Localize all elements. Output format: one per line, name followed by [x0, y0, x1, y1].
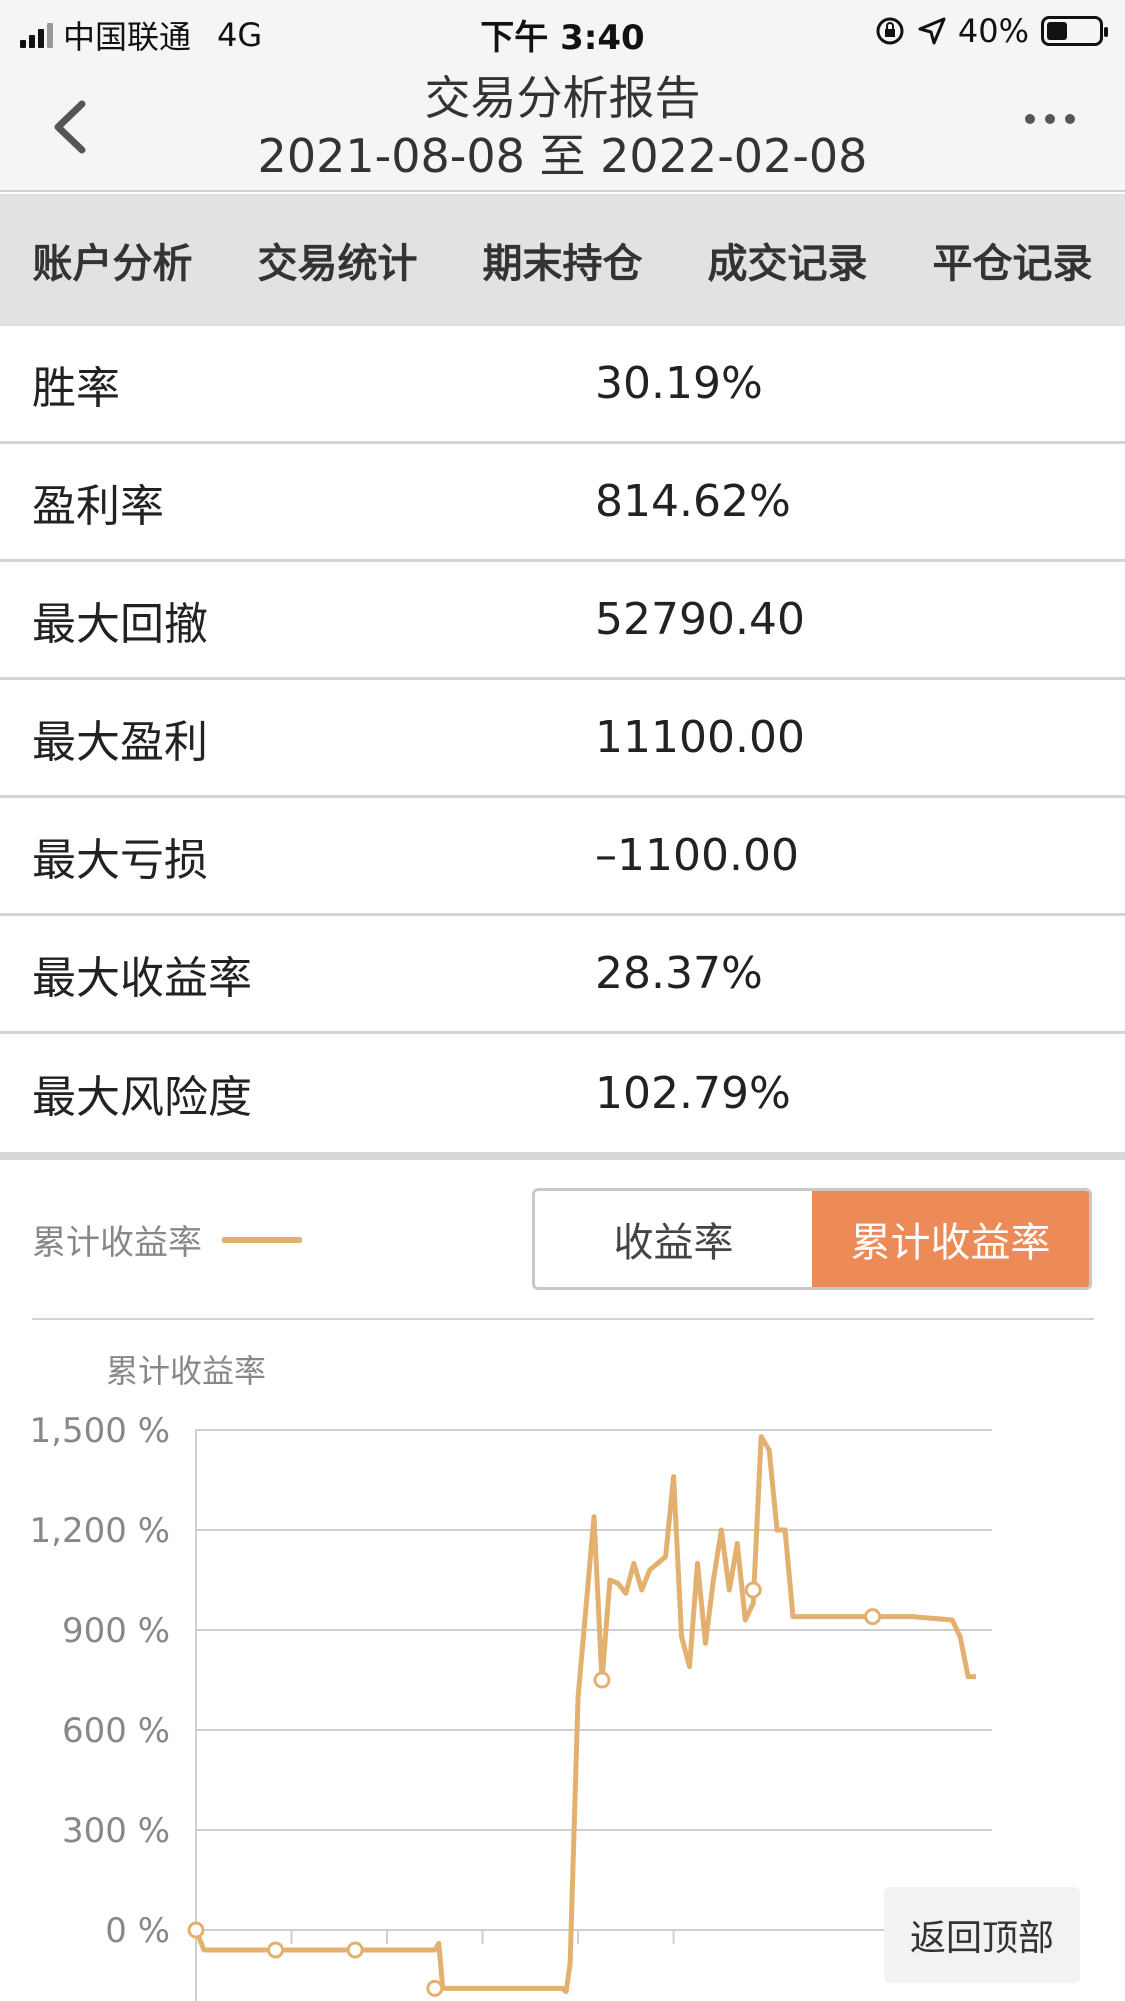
stat-list: 胜率 30.19% 盈利率 814.62% 最大回撤 52790.40 最大盈利…: [0, 326, 1125, 1152]
tab-trade-stats[interactable]: 交易统计: [225, 194, 450, 326]
stat-label: 胜率: [32, 362, 120, 414]
battery-percent: 40%: [957, 12, 1029, 50]
dot-icon: [1065, 114, 1075, 124]
data-point-marker: [426, 1979, 444, 1997]
stat-label: 盈利率: [32, 480, 164, 532]
stat-row-max-drawdown: 最大回撤 52790.40: [0, 562, 1125, 680]
stat-value: –1100.00: [595, 830, 799, 881]
stat-row-win-rate: 胜率 30.19%: [0, 326, 1125, 444]
series-line-cumulative-return: [193, 1434, 977, 1995]
legend-label: 累计收益率: [32, 1223, 202, 1263]
y-tick-label: 600 %: [62, 1711, 170, 1751]
dot-icon: [1025, 114, 1035, 124]
back-to-top-button[interactable]: 返回顶部: [884, 1887, 1080, 1983]
stat-value: 102.79%: [595, 1067, 791, 1119]
y-tick-label: 900 %: [62, 1611, 170, 1651]
nav-bar: 交易分析报告 2021-08-08 至 2022-02-08: [0, 62, 1125, 192]
y-tick-label: 1,500 %: [30, 1411, 170, 1451]
status-right: 40%: [874, 12, 1108, 50]
data-point-marker: [593, 1671, 611, 1689]
more-options-button[interactable]: [1025, 114, 1075, 124]
stat-value: 814.62%: [595, 476, 791, 527]
tab-account-analysis[interactable]: 账户分析: [0, 194, 225, 326]
stat-row-max-profit: 最大盈利 11100.00: [0, 680, 1125, 798]
data-point-marker: [864, 1608, 882, 1626]
location-icon: [918, 17, 946, 45]
y-tick-label: 300 %: [62, 1811, 170, 1851]
toggle-cumulative-return[interactable]: 累计收益率: [812, 1191, 1089, 1287]
toggle-return-rate[interactable]: 收益率: [535, 1191, 812, 1287]
battery-icon: [1041, 16, 1108, 46]
stat-label: 最大亏损: [32, 834, 208, 886]
stat-row-max-risk: 最大风险度 102.79%: [0, 1034, 1125, 1152]
section-divider: [0, 1152, 1125, 1160]
stat-label: 最大盈利: [32, 716, 208, 768]
stat-label: 最大回撤: [32, 598, 208, 650]
status-bar: 中国联通 4G 下午 3:40 40%: [0, 0, 1125, 62]
data-point-marker: [267, 1941, 285, 1959]
tab-ending-positions[interactable]: 期末持仓: [450, 194, 675, 326]
stat-label: 最大风险度: [32, 1072, 252, 1123]
date-range: 2021-08-08 至 2022-02-08: [257, 129, 868, 183]
orientation-lock-icon: [876, 17, 904, 45]
stat-row-max-return: 最大收益率 28.37%: [0, 916, 1125, 1034]
stat-row-profit-rate: 盈利率 814.62%: [0, 444, 1125, 562]
chart-mode-toggle: 收益率 累计收益率: [532, 1188, 1092, 1290]
stat-value: 30.19%: [595, 358, 763, 409]
stat-row-max-loss: 最大亏损 –1100.00: [0, 798, 1125, 916]
data-point-marker: [744, 1581, 762, 1599]
y-tick-label: 1,200 %: [30, 1511, 170, 1551]
dot-icon: [1045, 114, 1055, 124]
page-title: 交易分析报告: [424, 71, 701, 125]
tab-close-records[interactable]: 平仓记录: [900, 194, 1125, 326]
data-point-marker: [187, 1921, 205, 1939]
chart-separator: [32, 1318, 1094, 1320]
tab-trade-records[interactable]: 成交记录: [675, 194, 900, 326]
stat-value: 11100.00: [595, 712, 805, 763]
stat-label: 最大收益率: [32, 952, 252, 1004]
y-tick-label: 0 %: [105, 1911, 170, 1951]
data-point-marker: [346, 1941, 364, 1959]
tab-bar: 账户分析 交易统计 期末持仓 成交记录 平仓记录: [0, 194, 1125, 326]
chart-legend: 累计收益率: [32, 1215, 302, 1264]
legend-line-swatch: [222, 1236, 302, 1243]
stat-value: 28.37%: [595, 948, 763, 999]
stat-value: 52790.40: [595, 594, 805, 645]
battery-fill: [1047, 22, 1067, 40]
